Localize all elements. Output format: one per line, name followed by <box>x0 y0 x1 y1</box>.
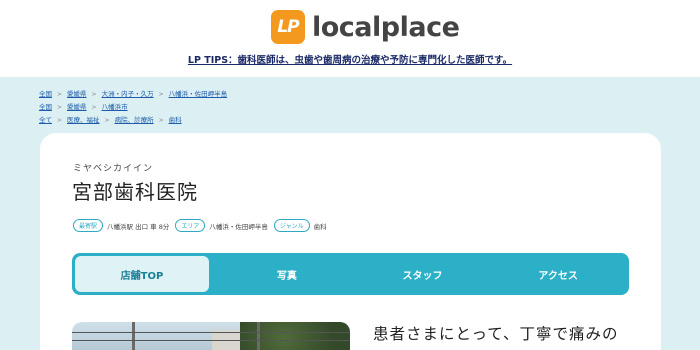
tab-staff[interactable]: スタッフ <box>355 256 491 292</box>
breadcrumb-link[interactable]: 歯科 <box>169 116 182 124</box>
photo-pole <box>132 322 135 350</box>
breadcrumb-link[interactable]: 八幡浜・佐田岬半島 <box>169 90 228 98</box>
tab-store-top[interactable]: 店舗TOP <box>75 256 209 292</box>
station-tag: 最寄駅 <box>73 219 104 232</box>
breadcrumb-link[interactable]: 愛媛県 <box>67 103 87 111</box>
area-tag: エリア <box>175 219 206 232</box>
logo-mark-icon: LP <box>271 10 305 44</box>
clinic-kana: ミヤベシカイイン <box>73 164 154 174</box>
site-logo[interactable]: LP localplace <box>271 10 460 44</box>
breadcrumb-link[interactable]: 全国 <box>39 103 52 111</box>
photo-wire <box>72 332 350 333</box>
site-header: LP localplace LP TIPS：歯科医師は、虫歯や歯周病の治療や予防… <box>0 0 700 77</box>
lead-heading: 患者さまにとって、丁寧で痛みの <box>373 325 619 343</box>
photo-pole <box>257 322 260 350</box>
area-value: 八幡浜・佐田岬半島 <box>209 222 268 231</box>
chevron-right-icon: > <box>57 104 63 111</box>
chevron-right-icon: > <box>91 104 97 111</box>
photo-wire <box>72 340 350 341</box>
breadcrumb: 全て > 医療、福祉 > 病院、診療所 > 歯科 <box>39 114 182 124</box>
breadcrumb: 全国 > 愛媛県 > 大洲・内子・久万 > 八幡浜・佐田岬半島 <box>39 88 227 98</box>
breadcrumb-link[interactable]: 大洲・内子・久万 <box>102 90 154 98</box>
breadcrumb-link[interactable]: 愛媛県 <box>67 90 87 98</box>
breadcrumb: 全国 > 愛媛県 > 八幡浜市 <box>39 101 128 111</box>
tab-access[interactable]: アクセス <box>490 256 626 292</box>
tab-bar: 店舗TOP 写真 スタッフ アクセス <box>72 253 629 295</box>
breadcrumb-link[interactable]: 全国 <box>39 90 52 98</box>
chevron-right-icon: > <box>57 91 63 98</box>
chevron-right-icon: > <box>104 117 110 124</box>
clinic-meta: 最寄駅 八幡浜駅 出口 車 8分 エリア 八幡浜・佐田岬半島 ジャンル 歯科 <box>73 219 333 232</box>
chevron-right-icon: > <box>57 117 63 124</box>
clinic-photo <box>72 322 350 350</box>
breadcrumb-link[interactable]: 全て <box>39 116 52 124</box>
breadcrumb-link[interactable]: 病院、診療所 <box>115 116 154 124</box>
chevron-right-icon: > <box>158 91 164 98</box>
tips-link[interactable]: LP TIPS：歯科医師は、虫歯や歯周病の治療や予防に専門化した医師です。 <box>0 52 700 66</box>
chevron-right-icon: > <box>158 117 164 124</box>
tab-photos[interactable]: 写真 <box>219 256 355 292</box>
genre-value: 歯科 <box>313 222 327 231</box>
station-value: 八幡浜駅 出口 車 8分 <box>107 222 170 231</box>
logo-text: localplace <box>312 11 460 43</box>
breadcrumb-link[interactable]: 医療、福祉 <box>67 116 100 124</box>
page-title: 宮部歯科医院 <box>72 180 198 204</box>
genre-tag: ジャンル <box>273 219 310 232</box>
breadcrumb-link[interactable]: 八幡浜市 <box>102 103 128 111</box>
chevron-right-icon: > <box>91 91 97 98</box>
